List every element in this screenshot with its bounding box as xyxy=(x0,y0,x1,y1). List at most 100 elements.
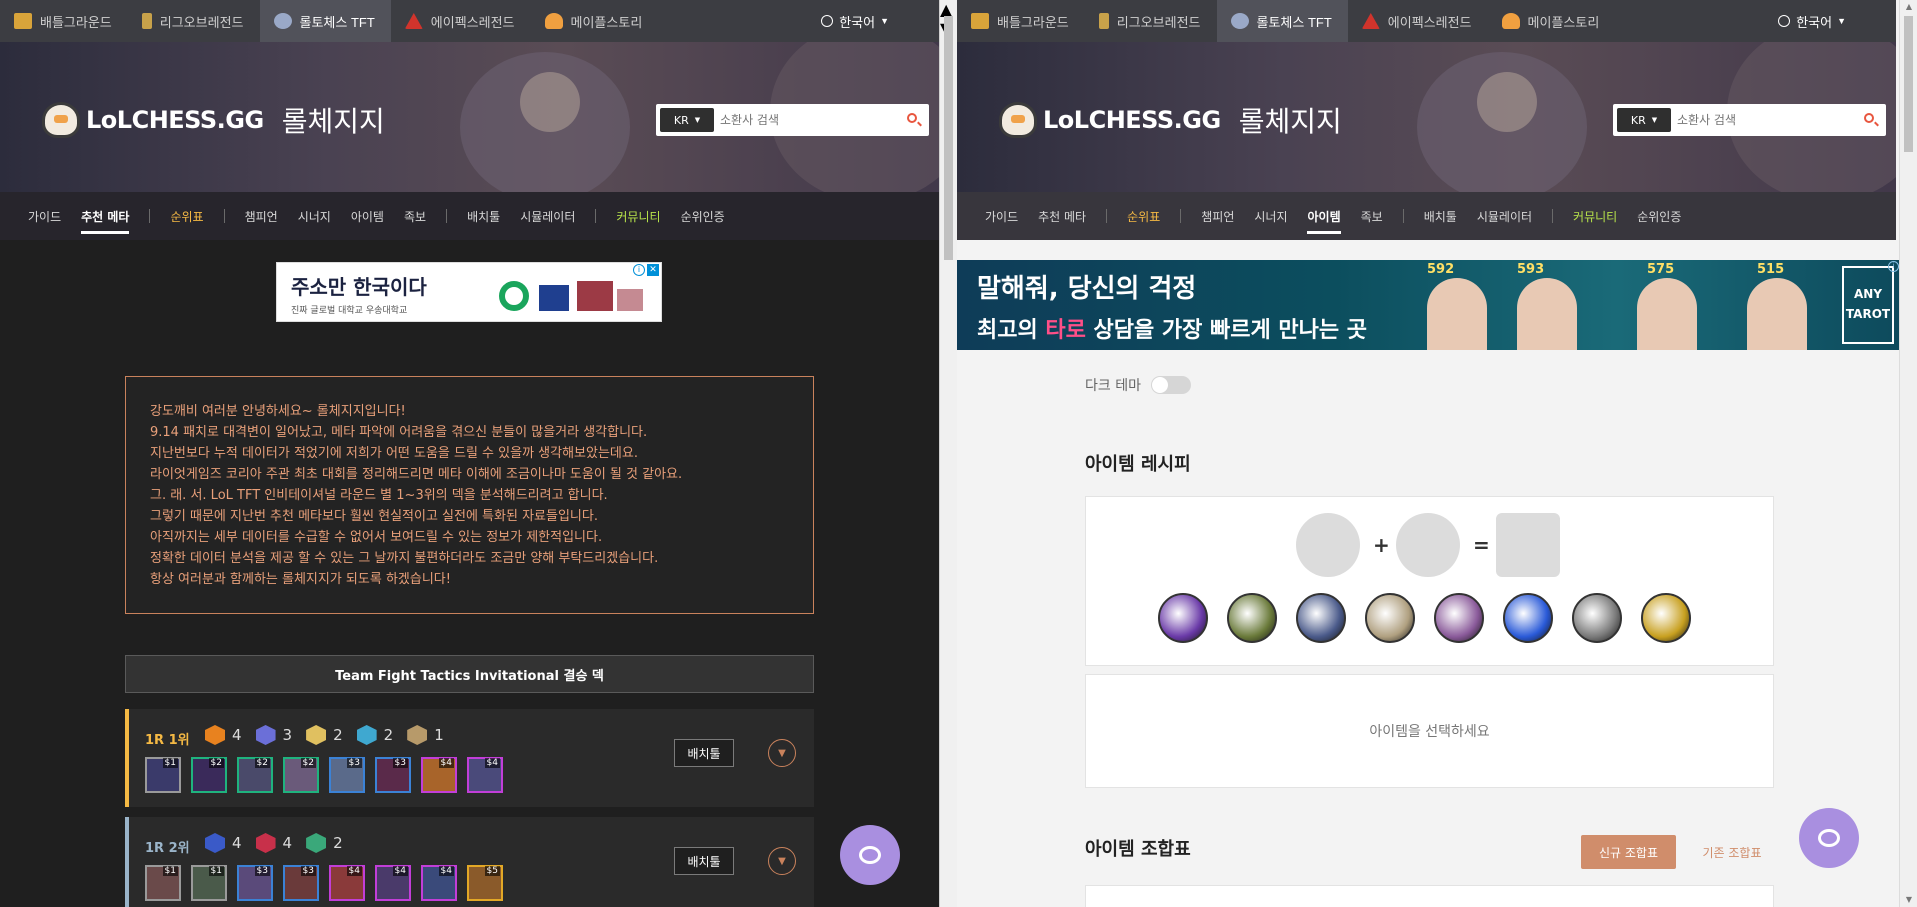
nav-ranking[interactable]: 순위표 xyxy=(1127,192,1160,240)
chat-button[interactable] xyxy=(1799,808,1859,868)
champion-cost: $5 xyxy=(484,866,500,876)
notice-line: 강도깨비 여러분 안녕하세요~ 롤체지지입니다! xyxy=(150,404,406,419)
topbar-item-apex[interactable]: 에이펙스레전드 xyxy=(1348,0,1488,42)
right-scrollbar[interactable]: ▲ ▼ xyxy=(1899,0,1917,907)
new-combo-table-button[interactable]: 신규 조합표 xyxy=(1581,835,1676,869)
champion-portrait[interactable]: $3 xyxy=(237,865,273,901)
site-logo[interactable]: LoLCHESS.GG 롤체지지 xyxy=(42,100,385,140)
maple-icon xyxy=(544,13,563,29)
chain-vest-item-icon[interactable] xyxy=(1296,593,1346,643)
ad-info-icon[interactable]: i xyxy=(1888,261,1899,272)
champion-portrait[interactable]: $3 xyxy=(283,865,319,901)
language-selector[interactable]: 한국어 ▼ xyxy=(821,0,889,42)
topbar-item-apex[interactable]: 에이펙스레전드 xyxy=(391,0,531,42)
search-icon[interactable] xyxy=(1864,113,1874,123)
topbar-item-tft[interactable]: 롤토체스 TFT xyxy=(1216,0,1348,42)
language-selector[interactable]: 한국어 ▼ xyxy=(1778,0,1846,42)
trait-badge[interactable]: 1 xyxy=(407,725,444,745)
champion-portrait[interactable]: $1 xyxy=(145,865,181,901)
nav-meta[interactable]: 추천 메타 xyxy=(1038,192,1086,240)
scrollbar-thumb[interactable] xyxy=(1904,16,1913,152)
trait-badge[interactable]: 4 xyxy=(205,725,242,745)
chat-button[interactable] xyxy=(840,825,900,885)
topbar-item-lol[interactable]: 리그오브레전드 xyxy=(128,0,260,42)
deck-builder-button[interactable]: 배치툴 xyxy=(674,739,734,767)
nav-champions[interactable]: 챔피언 xyxy=(245,192,278,240)
ad-info-icon[interactable]: i xyxy=(633,264,645,276)
trait-badge[interactable]: 2 xyxy=(356,725,393,745)
left-scrollbar[interactable]: ▲ ▼ xyxy=(939,0,957,907)
nav-simulator[interactable]: 시뮬레이터 xyxy=(520,192,575,240)
region-select[interactable]: KR ▼ xyxy=(660,108,714,132)
topbar-item-lol[interactable]: 리그오브레전드 xyxy=(1085,0,1217,42)
ad-close-icon[interactable]: ✕ xyxy=(647,264,659,276)
nav-items[interactable]: 아이템 xyxy=(351,192,384,240)
trait-badge[interactable]: 4 xyxy=(255,833,292,853)
champion-portrait[interactable]: $2 xyxy=(237,757,273,793)
champion-portrait[interactable]: $1 xyxy=(145,757,181,793)
search-icon[interactable] xyxy=(907,113,917,123)
champion-portrait[interactable]: $2 xyxy=(191,757,227,793)
expand-chevron-icon[interactable]: ▼ xyxy=(768,847,796,875)
scroll-up-icon[interactable]: ▲ xyxy=(1900,0,1917,14)
topbar-item-pubg[interactable]: 배틀그라운드 xyxy=(0,0,128,42)
cloak-item-icon[interactable] xyxy=(1365,593,1415,643)
nav-simulator[interactable]: 시뮬레이터 xyxy=(1477,192,1532,240)
nav-synergy[interactable]: 시너지 xyxy=(1254,192,1287,240)
nav-guide[interactable]: 가이드 xyxy=(28,192,61,240)
sword-item-icon[interactable] xyxy=(1158,593,1208,643)
trait-badge[interactable]: 2 xyxy=(306,725,343,745)
nav-ranking[interactable]: 순위표 xyxy=(170,192,203,240)
nav-champions[interactable]: 챔피언 xyxy=(1201,192,1234,240)
combo-table-panel xyxy=(1085,885,1774,907)
expand-chevron-icon[interactable]: ▼ xyxy=(768,739,796,767)
belt-item-icon[interactable] xyxy=(1572,593,1622,643)
champion-portrait[interactable]: $5 xyxy=(467,865,503,901)
champion-portrait[interactable]: $4 xyxy=(421,865,457,901)
nav-rank-verify[interactable]: 순위인증 xyxy=(681,192,725,240)
component-slot-1[interactable] xyxy=(1296,513,1360,577)
champion-portrait[interactable]: $2 xyxy=(283,757,319,793)
site-logo[interactable]: LoLCHESS.GG 롤체지지 xyxy=(999,100,1342,140)
topbar-item-tft[interactable]: 롤토체스 TFT xyxy=(259,0,391,42)
trait-badge[interactable]: 4 xyxy=(205,833,242,853)
nav-community[interactable]: 커뮤니티 xyxy=(616,192,660,240)
champion-portrait[interactable]: $1 xyxy=(191,865,227,901)
nav-rank-verify[interactable]: 순위인증 xyxy=(1637,192,1681,240)
scroll-down-icon[interactable]: ▼ xyxy=(1900,893,1917,907)
nav-community[interactable]: 커뮤니티 xyxy=(1573,192,1617,240)
rod-item-icon[interactable] xyxy=(1434,593,1484,643)
champion-portrait[interactable]: $4 xyxy=(375,865,411,901)
champion-portrait[interactable]: $3 xyxy=(329,757,365,793)
component-slot-2[interactable] xyxy=(1396,513,1460,577)
nav-cheatsheet[interactable]: 족보 xyxy=(1361,192,1383,240)
topbar-item-maple[interactable]: 메이플스토리 xyxy=(1488,0,1616,42)
nav-cheatsheet[interactable]: 족보 xyxy=(404,192,426,240)
trait-badge[interactable]: 2 xyxy=(306,833,343,853)
dark-theme-toggle[interactable] xyxy=(1150,376,1191,394)
nav-builder[interactable]: 배치툴 xyxy=(467,192,500,240)
nav-synergy[interactable]: 시너지 xyxy=(298,192,331,240)
spatula-item-icon[interactable] xyxy=(1641,593,1691,643)
champion-portrait[interactable]: $4 xyxy=(467,757,503,793)
nav-builder[interactable]: 배치툴 xyxy=(1424,192,1457,240)
topbar-item-pubg[interactable]: 배틀그라운드 xyxy=(957,0,1085,42)
bow-item-icon[interactable] xyxy=(1227,593,1277,643)
nav-guide[interactable]: 가이드 xyxy=(985,192,1018,240)
champion-portrait[interactable]: $4 xyxy=(421,757,457,793)
champion-portrait[interactable]: $3 xyxy=(375,757,411,793)
nav-items[interactable]: 아이템 xyxy=(1307,192,1341,240)
deck-builder-button[interactable]: 배치툴 xyxy=(674,847,734,875)
champion-portrait[interactable]: $4 xyxy=(329,865,365,901)
scrollbar-thumb[interactable] xyxy=(944,16,953,260)
search-input[interactable] xyxy=(1677,113,1857,127)
region-select[interactable]: KR ▼ xyxy=(1617,108,1671,132)
topbar-item-maple[interactable]: 메이플스토리 xyxy=(531,0,659,42)
tarot-ad-banner[interactable]: 말해줘, 당신의 걱정 최고의 타로 상담을 가장 빠르게 만나는 곳 592 … xyxy=(957,260,1900,350)
old-combo-table-button[interactable]: 기존 조합표 xyxy=(1692,835,1772,869)
tear-item-icon[interactable] xyxy=(1503,593,1553,643)
nav-meta[interactable]: 추천 메타 xyxy=(81,192,130,240)
trait-badge[interactable]: 3 xyxy=(255,725,292,745)
ad-banner[interactable]: 주소만 한국이다 진짜 글로벌 대학교 우송대학교 i ✕ xyxy=(276,262,662,322)
search-input[interactable] xyxy=(720,113,900,127)
